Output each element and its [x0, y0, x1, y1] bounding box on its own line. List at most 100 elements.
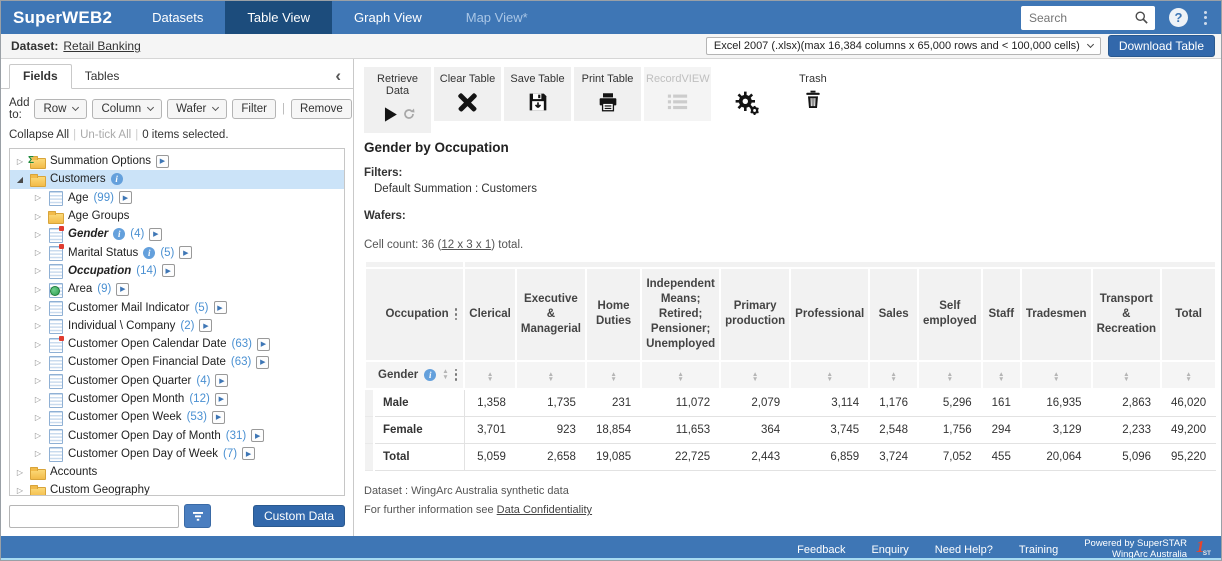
value-cell[interactable]: 22,725 — [641, 443, 720, 470]
value-cell[interactable]: 5,059 — [464, 443, 516, 470]
value-cell[interactable]: 3,129 — [1021, 416, 1092, 443]
column-field-header[interactable]: Occupation — [365, 268, 464, 361]
row-menu-icon[interactable] — [455, 369, 458, 381]
tree-item[interactable]: ▷ Age Groups — [10, 207, 344, 225]
sort-icon[interactable] — [548, 372, 554, 383]
row-label[interactable]: Male — [374, 389, 464, 417]
tree-item[interactable]: ▷ Age (99) — [10, 189, 344, 207]
dataset-name-link[interactable]: Retail Banking — [63, 39, 140, 53]
tree-item[interactable]: ▷ Customer Open Financial Date (63) — [10, 353, 344, 371]
value-cell[interactable]: 231 — [586, 389, 641, 417]
value-cell[interactable]: 49,200 — [1161, 416, 1216, 443]
sort-icon[interactable] — [487, 372, 493, 383]
value-cell[interactable]: 1,756 — [918, 416, 982, 443]
add-field-arrow-icon[interactable] — [256, 356, 269, 369]
tree-item[interactable]: ▷ Customer Open Day of Week (7) — [10, 445, 344, 463]
clear-table-button[interactable]: Clear Table — [434, 67, 501, 121]
add-field-arrow-icon[interactable] — [179, 246, 192, 259]
navbar-tab[interactable]: Datasets — [130, 1, 225, 34]
save-table-button[interactable]: Save Table — [504, 67, 571, 121]
sort-icon[interactable] — [752, 372, 758, 383]
navbar-tab[interactable]: Map View* — [444, 1, 550, 34]
value-cell[interactable]: 19,085 — [586, 443, 641, 470]
tree-filter-input[interactable] — [9, 505, 179, 528]
sort-icon[interactable] — [677, 372, 683, 383]
column-header-cell[interactable]: Transport & Recreation — [1092, 268, 1161, 361]
cell-count-link[interactable]: 12 x 3 x 1 — [441, 239, 491, 251]
sort-icon[interactable] — [890, 372, 896, 383]
tree-caret-icon[interactable]: ▷ — [33, 303, 43, 312]
tree-item[interactable]: ▷ Accounts — [10, 463, 344, 481]
print-table-button[interactable]: Print Table — [574, 67, 641, 121]
column-header-cell[interactable]: Sales — [869, 268, 918, 361]
tree-item[interactable]: ▷ Area (9) — [10, 280, 344, 298]
tree-caret-icon[interactable]: ▷ — [33, 376, 43, 385]
footer-link[interactable]: Training — [1019, 544, 1058, 556]
search-icon[interactable] — [1134, 10, 1149, 25]
add-field-arrow-icon[interactable] — [242, 447, 255, 460]
row-label[interactable]: Female — [374, 416, 464, 443]
value-cell[interactable]: 2,443 — [720, 443, 790, 470]
add-to-button[interactable]: Column — [92, 99, 162, 119]
add-field-arrow-icon[interactable] — [119, 191, 132, 204]
column-header-cell[interactable]: Staff — [982, 268, 1021, 361]
sort-icon[interactable] — [998, 372, 1004, 383]
value-cell[interactable]: 2,079 — [720, 389, 790, 417]
tab-fields[interactable]: Fields — [9, 64, 72, 89]
data-confidentiality-link[interactable]: Data Confidentiality — [497, 504, 592, 516]
retrieve-data-button[interactable]: Retrieve Data — [364, 67, 431, 133]
column-header-cell[interactable]: Total — [1161, 268, 1216, 361]
row-label[interactable]: Total — [374, 443, 464, 470]
value-cell[interactable]: 7,052 — [918, 443, 982, 470]
add-field-arrow-icon[interactable] — [199, 319, 212, 332]
tree-caret-icon[interactable]: ▷ — [33, 431, 43, 440]
tree-caret-icon[interactable]: ▷ — [33, 395, 43, 404]
add-to-button[interactable]: Row — [34, 99, 87, 119]
value-cell[interactable]: 11,072 — [641, 389, 720, 417]
tree-caret-icon[interactable]: ▷ — [33, 285, 43, 294]
value-cell[interactable]: 1,176 — [869, 389, 918, 417]
tree-item[interactable]: ▷ Marital Status (5) — [10, 243, 344, 261]
tree-caret-icon[interactable]: ◢ — [15, 175, 25, 184]
add-to-button[interactable]: Remove — [291, 99, 352, 119]
tree-caret-icon[interactable]: ▷ — [33, 413, 43, 422]
footer-link[interactable]: Need Help? — [935, 544, 993, 556]
tree-caret-icon[interactable]: ▷ — [33, 248, 43, 257]
navbar-tab[interactable]: Table View — [225, 1, 332, 34]
tree-item[interactable]: ▷ Customer Open Calendar Date (63) — [10, 335, 344, 353]
tree-caret-icon[interactable]: ▷ — [15, 157, 25, 166]
row-field-header[interactable]: Gender — [365, 361, 464, 389]
filter-icon-button[interactable] — [184, 504, 211, 528]
add-field-arrow-icon[interactable] — [212, 411, 225, 424]
info-icon[interactable] — [143, 247, 155, 259]
column-header-cell[interactable]: Self employed — [918, 268, 982, 361]
sort-icon[interactable] — [1185, 372, 1191, 383]
value-cell[interactable]: 46,020 — [1161, 389, 1216, 417]
value-cell[interactable]: 2,658 — [516, 443, 586, 470]
value-cell[interactable]: 6,859 — [790, 443, 869, 470]
tree-caret-icon[interactable]: ▷ — [33, 321, 43, 330]
tree-item[interactable]: ◢ Customers — [10, 170, 344, 188]
add-field-arrow-icon[interactable] — [257, 338, 270, 351]
tree-item[interactable]: ▷ Gender (4) — [10, 225, 344, 243]
add-field-arrow-icon[interactable] — [214, 301, 227, 314]
add-to-button[interactable]: Wafer — [167, 99, 227, 119]
add-to-button[interactable]: Filter — [232, 99, 276, 119]
tree-item[interactable]: ▷ Custom Geography — [10, 481, 344, 496]
value-cell[interactable]: 1,358 — [464, 389, 516, 417]
add-field-arrow-icon[interactable] — [116, 283, 129, 296]
tree-item[interactable]: ▷ Individual \ Company (2) — [10, 317, 344, 335]
value-cell[interactable]: 294 — [982, 416, 1021, 443]
info-icon[interactable] — [424, 369, 436, 381]
sort-icon[interactable] — [947, 372, 953, 383]
trash-dropzone[interactable]: Trash — [799, 67, 827, 112]
info-icon[interactable] — [111, 173, 123, 185]
column-header-cell[interactable]: Professional — [790, 268, 869, 361]
value-cell[interactable]: 364 — [720, 416, 790, 443]
add-field-arrow-icon[interactable] — [162, 264, 175, 277]
value-cell[interactable]: 18,854 — [586, 416, 641, 443]
add-field-arrow-icon[interactable] — [251, 429, 264, 442]
tree-caret-icon[interactable]: ▷ — [15, 486, 25, 495]
add-field-arrow-icon[interactable] — [149, 228, 162, 241]
add-field-arrow-icon[interactable] — [156, 155, 169, 168]
